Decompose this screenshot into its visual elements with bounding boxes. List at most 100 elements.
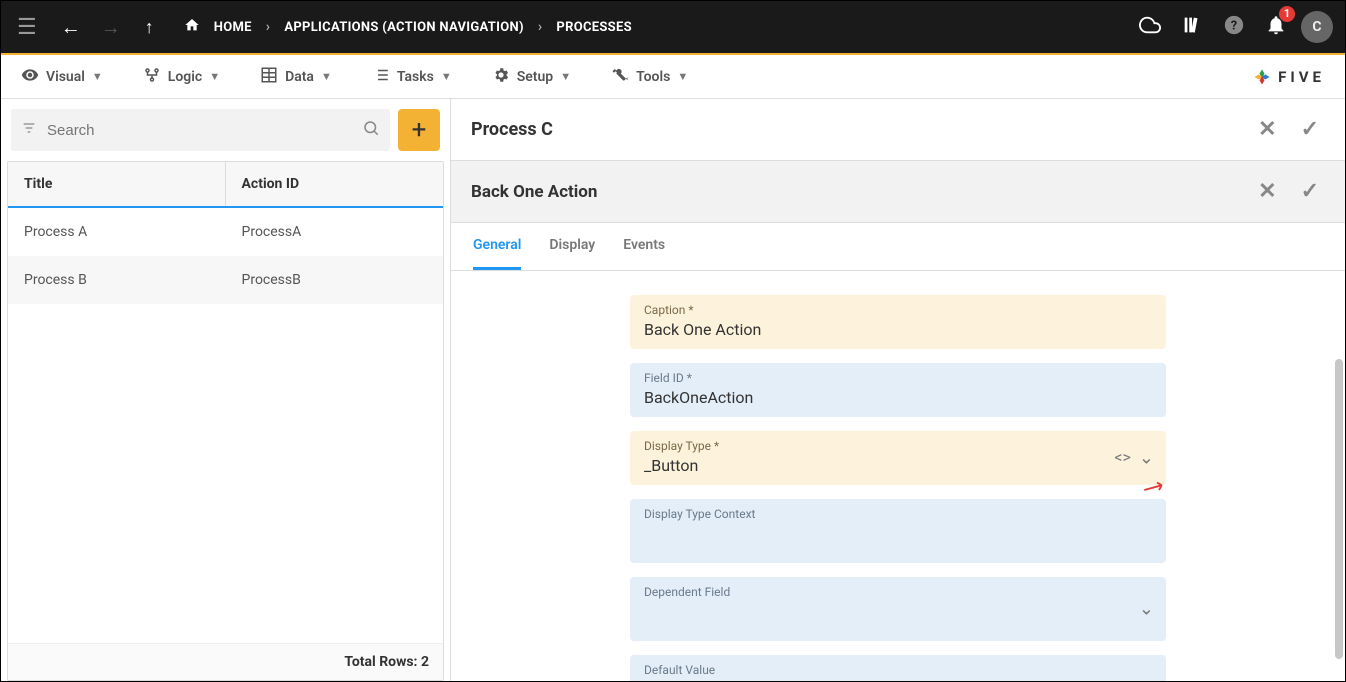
check-icon[interactable]: ✓ [1295,115,1325,144]
caret-down-icon: ▼ [321,70,332,83]
main: + Title Action ID Process A ProcessA Pro… [1,99,1345,681]
fieldid-label: Field ID * [644,371,1152,385]
gear-icon [492,66,510,88]
displaytypectx-value [644,521,1152,553]
code-icon[interactable]: <> [1114,448,1131,469]
detail-panel: Process C ✕ ✓ Back One Action ✕ ✓ Genera… [451,99,1345,681]
brand-text: FIVE [1278,68,1325,86]
forward-arrow-icon: → [97,11,125,44]
tabs: General Display Events [451,223,1345,271]
cell-title: Process A [8,208,226,256]
add-button[interactable]: + [398,109,440,151]
menu-visual[interactable]: Visual ▼ [21,66,103,88]
cell-action-id: ProcessB [226,256,444,304]
caret-down-icon: ▼ [209,70,220,83]
tools-icon [611,66,629,88]
breadcrumb-processes[interactable]: PROCESSES [556,20,632,35]
dependent-value [644,599,1152,631]
menu-logic-label: Logic [168,69,202,85]
caption-value: Back One Action [644,317,1152,339]
cell-action-id: ProcessA [226,208,444,256]
tab-events[interactable]: Events [623,223,665,270]
displaytype-field[interactable]: Display Type * _Button <> ⌄ [630,431,1166,485]
displaytypectx-label: Display Type Context [644,507,1152,521]
detail-subtitle: Back One Action [471,182,597,202]
logic-icon [143,66,161,88]
filter-icon[interactable] [21,120,37,140]
check-icon[interactable]: ✓ [1295,177,1325,206]
menu-setup[interactable]: Setup ▼ [492,66,571,88]
avatar[interactable]: C [1301,11,1333,43]
nav-arrows: ← → [57,11,125,44]
menu-icon[interactable]: ☰ [13,11,41,44]
displaytype-value: _Button [644,453,1152,475]
menu-data[interactable]: Data ▼ [260,66,332,88]
back-arrow-icon[interactable]: ← [57,11,85,44]
list-icon [372,66,390,88]
search-input[interactable] [47,122,362,139]
detail-subheader: Back One Action ✕ ✓ [451,161,1345,223]
menu-tasks[interactable]: Tasks ▼ [372,66,452,88]
cell-title: Process B [8,256,226,304]
caption-label: Caption * [644,303,1152,317]
caret-down-icon: ▼ [560,70,571,83]
brand: FIVE [1252,67,1325,87]
brand-logo-icon [1252,67,1272,87]
fieldid-value: BackOneAction [644,385,1152,407]
table-footer: Total Rows: 2 [8,643,443,680]
library-icon[interactable] [1175,8,1209,47]
default-value [644,677,1152,681]
column-title[interactable]: Title [8,162,226,206]
caret-down-icon: ▼ [441,70,452,83]
left-panel: + Title Action ID Process A ProcessA Pro… [1,99,451,681]
chevron-down-icon[interactable]: ⌄ [1139,448,1154,469]
chevron-right-icon: › [266,19,271,35]
process-table: Title Action ID Process A ProcessA Proce… [7,161,444,681]
close-icon[interactable]: ✕ [1252,115,1282,144]
menu-setup-label: Setup [517,69,553,85]
svg-text:?: ? [1231,18,1237,33]
detail-header: Process C ✕ ✓ [451,99,1345,161]
detail-title: Process C [471,119,553,140]
breadcrumb-applications[interactable]: APPLICATIONS (ACTION NAVIGATION) [284,20,524,35]
up-arrow-icon[interactable]: ↑ [141,13,158,42]
search-icon[interactable] [362,119,380,142]
breadcrumb-home[interactable]: HOME [214,20,252,35]
help-icon[interactable]: ? [1217,8,1251,47]
table-row[interactable]: Process A ProcessA [8,208,443,256]
caret-down-icon: ▼ [92,70,103,83]
dependent-label: Dependent Field [644,585,1152,599]
form-area: Caption * Back One Action Field ID * Bac… [451,271,1345,681]
menu-tools[interactable]: Tools ▼ [611,66,688,88]
fieldid-field[interactable]: Field ID * BackOneAction [630,363,1166,417]
chevron-right-icon: › [538,19,543,35]
default-field[interactable]: Default Value [630,655,1166,681]
eye-icon [21,66,39,88]
default-label: Default Value [644,663,1152,677]
breadcrumb: HOME › APPLICATIONS (ACTION NAVIGATION) … [184,17,632,37]
column-action-id[interactable]: Action ID [226,162,444,206]
home-icon [184,17,200,37]
caret-down-icon: ▼ [677,70,688,83]
caption-field[interactable]: Caption * Back One Action [630,295,1166,349]
tab-general[interactable]: General [473,223,521,270]
menu-logic[interactable]: Logic ▼ [143,66,220,88]
menubar: Visual ▼ Logic ▼ Data ▼ Tasks ▼ Setup ▼ … [1,55,1345,99]
topbar: ☰ ← → ↑ HOME › APPLICATIONS (ACTION NAVI… [1,1,1345,55]
grid-icon [260,66,278,88]
close-icon[interactable]: ✕ [1252,177,1282,206]
notification-badge: 1 [1279,6,1295,22]
menu-visual-label: Visual [46,69,85,85]
bell-icon[interactable]: 1 [1259,8,1293,47]
displaytypectx-field[interactable]: Display Type Context [630,499,1166,563]
search-box[interactable] [11,109,390,151]
menu-data-label: Data [285,69,314,85]
table-row[interactable]: Process B ProcessB [8,256,443,304]
scrollbar[interactable] [1335,359,1343,659]
displaytype-label: Display Type * [644,439,1152,453]
dependent-field[interactable]: Dependent Field ⌄ [630,577,1166,641]
chevron-down-icon[interactable]: ⌄ [1139,599,1154,620]
cloud-icon[interactable] [1133,8,1167,47]
menu-tasks-label: Tasks [397,69,434,85]
tab-display[interactable]: Display [549,223,595,270]
